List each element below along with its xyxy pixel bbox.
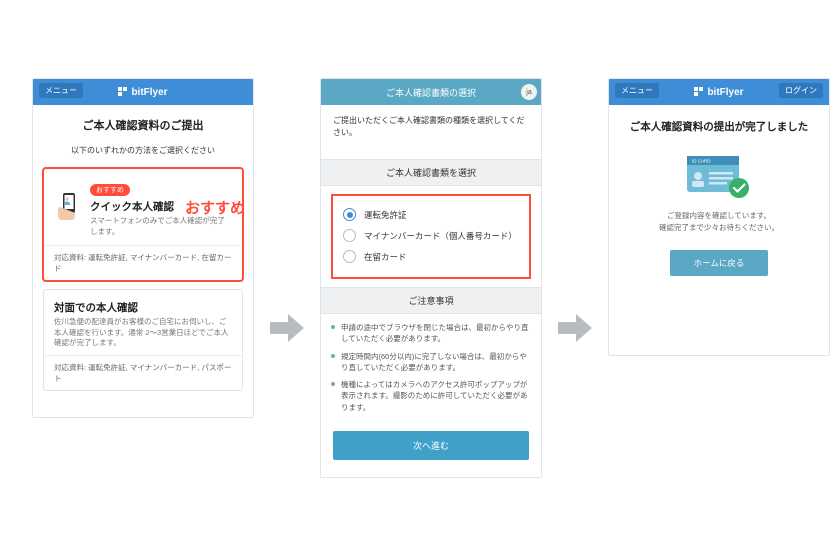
menu-button[interactable]: メニュー [39,83,83,98]
login-button[interactable]: ログイン [779,83,823,98]
bullet-icon [331,382,335,386]
doc-type-radio-group: 運転免許証 マイナンバーカード（個人番号カード） 在留カード [333,196,529,277]
next-button[interactable]: 次へ進む [333,431,529,460]
bullet-icon [331,325,335,329]
option-title: クイック本人確認 [90,199,232,214]
app-header: メニュー bitFlyer [33,79,253,105]
note-item: 規定時間内(60分以内)に完了しない場合は、最初からやり直していただく必要があり… [331,351,531,374]
radio-residence-card[interactable]: 在留カード [343,246,519,267]
note-item: 機種によってはカメラへのアクセス許可ポップアップが表示されます。撮影のために許可… [331,379,531,413]
complete-message: ご登録内容を確認しています。 確認完了まで少々お待ちください。 [621,210,817,234]
option-quick-kyc[interactable]: おすすめ クイック本人確認 スマートフォンのみでご本人確認が完了します。 対応資… [43,168,243,281]
lead-text: ご提出いただくご本人確認書類の種類を選択してください。 [333,115,529,139]
panel-complete: メニュー bitFlyer ログイン ご本人確認資料の提出が完了しました ID … [608,78,830,356]
option-desc: スマートフォンのみでご本人確認が完了します。 [90,216,232,237]
supported-docs: 対応資料: 運転免許証, マイナンバーカード, 在留カード [44,245,242,280]
section-notes: ご注意事項 [321,287,541,314]
page-title: ご本人確認資料のご提出 [43,117,243,133]
radio-mynumber-card[interactable]: マイナンバーカード（個人番号カード） [343,225,519,246]
panel-submit-docs: メニュー bitFlyer ご本人確認資料のご提出 以下のいずれかの方法をご選択… [32,78,254,418]
app-header: メニュー bitFlyer ログイン [609,79,829,105]
note-item: 申請の途中でブラウザを閉じた場合は、最初からやり直していただく必要があります。 [331,322,531,345]
section-select-doc: ご本人確認書類を選択 [321,159,541,186]
brand-logo: bitFlyer [694,87,743,98]
complete-title: ご本人確認資料の提出が完了しました [621,119,817,134]
menu-button[interactable]: メニュー [615,83,659,98]
recommended-badge: おすすめ [90,184,130,196]
id-card-icon: ID CARD [683,150,755,202]
svg-text:ID CARD: ID CARD [692,159,711,164]
radio-driver-license[interactable]: 運転免許証 [343,204,519,225]
page-subtitle: 以下のいずれかの方法をご選択ください [43,145,243,156]
brand-logo: bitFlyer [118,87,167,98]
app-header: ご本人確認書類の選択 ja [321,79,541,105]
option-inperson-kyc[interactable]: 対面での本人確認 佐川急便の配達員がお客様のご自宅にお伺いし、ご本人確認を行いま… [43,289,243,391]
supported-docs: 対応資料: 運転免許証, マイナンバーカード, パスポート [44,355,242,390]
flow-arrow-icon [558,314,592,342]
radio-icon [343,229,356,242]
header-title: ご本人確認書類の選択 [386,86,476,99]
radio-icon [343,250,356,263]
flow-arrow-icon [270,314,304,342]
option-desc: 佐川急便の配達員がお客様のご自宅にお伺いし、ご本人確認を行います。通常 2～3営… [54,317,232,349]
home-button[interactable]: ホームに戻る [670,250,769,276]
smartphone-hand-icon [54,191,82,226]
panel-select-doc: ご本人確認書類の選択 ja ご提出いただくご本人確認書類の種類を選択してください… [320,78,542,478]
notes-list: 申請の途中でブラウザを閉じた場合は、最初からやり直していただく必要があります。 … [321,314,541,423]
option-title: 対面での本人確認 [54,300,232,315]
bullet-icon [331,354,335,358]
radio-icon [343,208,356,221]
language-badge[interactable]: ja [521,84,537,100]
